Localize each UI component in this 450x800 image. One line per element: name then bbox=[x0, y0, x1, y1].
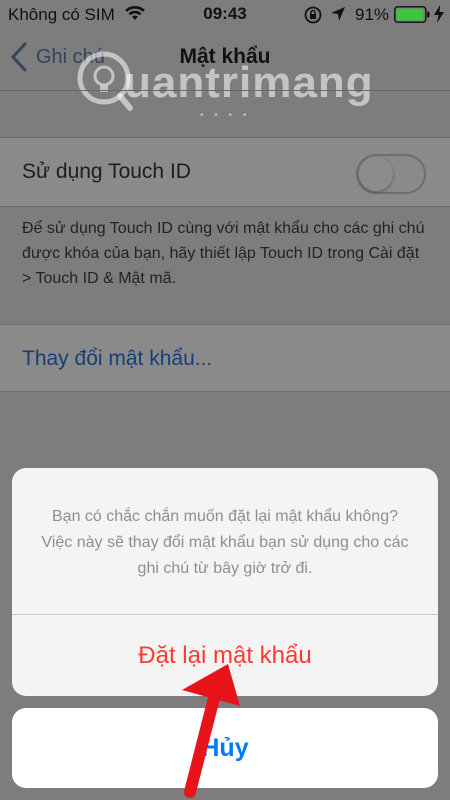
touch-id-label: Sử dụng Touch ID bbox=[22, 160, 191, 183]
toggle-knob bbox=[359, 157, 393, 191]
annotation-arrow-icon bbox=[182, 664, 240, 798]
location-icon bbox=[331, 7, 345, 21]
battery-percent: 91% bbox=[355, 5, 390, 24]
battery-icon bbox=[394, 6, 430, 23]
action-sheet-message: Bạn có chắc chắn muốn đặt lại mật khẩu k… bbox=[41, 508, 409, 577]
touch-id-toggle[interactable] bbox=[356, 154, 426, 194]
change-password-row[interactable]: Thay đổi mật khẩu... bbox=[0, 325, 450, 391]
divider bbox=[0, 90, 450, 91]
watermark-text: uantrimang bbox=[124, 58, 374, 107]
divider bbox=[0, 391, 450, 392]
change-password-link[interactable]: Thay đổi mật khẩu... bbox=[22, 347, 212, 371]
status-bar: Không có SIM 09:43 91% bbox=[0, 0, 450, 30]
watermark-dots: • • • • bbox=[200, 110, 251, 121]
charging-icon bbox=[434, 5, 444, 23]
divider bbox=[0, 206, 450, 207]
touch-id-row[interactable]: Sử dụng Touch ID bbox=[0, 138, 450, 206]
rotation-lock-icon bbox=[304, 6, 322, 24]
touch-id-note: Để sử dụng Touch ID cùng với mật khẩu ch… bbox=[22, 220, 425, 287]
